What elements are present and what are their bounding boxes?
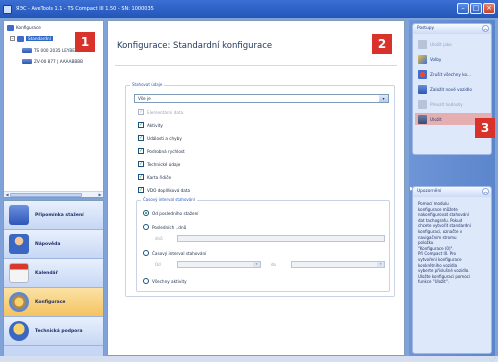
configuration-panel: Konfigurace: Standardní konfigurace Stah… (107, 20, 405, 356)
gear-icon (9, 292, 29, 312)
title-bar: ЯЭС - AveTools 1.1 - TS Compact III 1.50… (0, 0, 498, 18)
app-icon (3, 4, 12, 14)
to-date-picker[interactable]: ▾ (291, 261, 385, 268)
collapse-icon[interactable]: ︽ (482, 188, 489, 195)
action-take-values[interactable]: Převzít hodnoty (418, 98, 463, 110)
action-save-as[interactable]: Uložit jako (418, 38, 452, 50)
help-header: Upozornění ︽ (413, 187, 491, 197)
tree-root[interactable]: Konfigurace (7, 23, 41, 32)
from-date-picker[interactable]: ▾ (177, 261, 261, 268)
checkbox-speed[interactable]: ✓ Podrobná rychlost (138, 147, 185, 155)
radio-icon (143, 278, 149, 284)
maximize-button[interactable]: □ (470, 3, 482, 14)
radio-interval[interactable]: Časový interval stahování (143, 249, 206, 257)
folder-icon (7, 24, 14, 31)
config-icon (17, 35, 24, 42)
action-new-vehicle[interactable]: Založit nové vozidlo (418, 83, 472, 95)
data-selection-combo[interactable]: Vše je ▾ (134, 94, 389, 103)
radio-icon (143, 250, 149, 256)
help-text: Pomocí modulu konfigurace můžete nakonfi… (418, 201, 471, 285)
checkbox-elementary-data[interactable]: ✓ Elementární data (138, 108, 183, 116)
action-cancel-all[interactable]: Zrušit všechny ko... (418, 68, 471, 80)
nav-item-support[interactable]: Technická podpora (4, 317, 103, 346)
calendar-icon (9, 263, 29, 283)
tree-item-standard[interactable]: – Standardní (10, 34, 53, 43)
expand-icon[interactable]: – (10, 36, 15, 41)
days-input[interactable] (177, 235, 385, 242)
radio-since-last[interactable]: Od posledního stažení (143, 209, 198, 217)
cancel-all-icon (418, 69, 427, 79)
status-bar: ⋰ (0, 356, 498, 362)
truck-icon (22, 48, 32, 53)
tree-item-device[interactable]: ZV-00 877 | AAAABBBB (22, 57, 83, 66)
checkbox-technical[interactable]: ✓ Technické údaje (138, 160, 180, 168)
checkbox-driver-card[interactable]: ✓ Karta řidiče (138, 173, 171, 181)
resize-grip-icon[interactable]: ⋰ (492, 356, 496, 361)
checkbox-icon: ✓ (138, 122, 144, 128)
radio-icon (143, 224, 149, 230)
time-interval-group: Časový interval stahování Od posledního … (136, 197, 390, 292)
chevron-down-icon[interactable]: ▾ (379, 95, 388, 102)
checkbox-icon: ✓ (138, 174, 144, 180)
help-person-icon (9, 234, 29, 254)
take-values-icon (418, 99, 427, 109)
radio-icon (143, 210, 149, 216)
horizontal-scrollbar[interactable]: ◀ ▶ (4, 191, 103, 197)
scroll-thumb[interactable] (10, 193, 82, 197)
days-label: dnů (155, 236, 163, 241)
actions-header: Postupy ︽ (413, 24, 491, 34)
options-icon (418, 54, 427, 64)
support-icon (9, 321, 29, 341)
checkbox-icon: ✓ (138, 109, 144, 115)
window-title: ЯЭС - AveTools 1.1 - TS Compact III 1.50… (16, 6, 154, 12)
chevron-down-icon[interactable]: ▾ (253, 262, 260, 267)
title-divider (115, 65, 397, 66)
callout-badge-1: 1 (75, 32, 95, 52)
checkbox-vdo-data[interactable]: ✓ VDO doplňková data (138, 186, 190, 194)
page-title: Konfigurace: Standardní konfigurace (117, 41, 273, 51)
time-legend: Časový interval stahování (141, 197, 197, 202)
from-label: Od (155, 262, 161, 267)
chevron-down-icon[interactable]: ▾ (377, 262, 384, 267)
save-as-icon (418, 39, 427, 49)
checkbox-icon: ✓ (138, 187, 144, 193)
new-vehicle-icon (418, 84, 427, 94)
checkbox-icon: ✓ (138, 135, 144, 141)
close-button[interactable]: × (483, 3, 495, 14)
nav-item-calendar[interactable]: Kalendář (4, 259, 103, 288)
nav-item-reminder[interactable]: Připomínka stažení (4, 201, 103, 230)
checkbox-events[interactable]: ✓ Události a chyby (138, 134, 182, 142)
callout-badge-3: 3 (475, 118, 495, 138)
task-pane: Postupy ︽ Uložit jako Volby Zrušit všech… (409, 20, 495, 356)
truck-icon (22, 59, 32, 64)
checkbox-activities[interactable]: ✓ Aktivity (138, 121, 163, 129)
reminder-icon (9, 205, 29, 225)
module-navigation: Připomínka stažení Nápověda Kalendář Kon… (3, 200, 104, 358)
radio-last-days[interactable]: Posledních ..dnů (143, 223, 186, 231)
checkbox-icon: ✓ (138, 148, 144, 154)
minimize-button[interactable]: – (457, 3, 469, 14)
window-controls: – □ × (457, 3, 495, 14)
collapse-icon[interactable]: ︽ (482, 25, 489, 32)
to-label: do (271, 262, 276, 267)
callout-badge-2: 2 (372, 34, 392, 54)
scroll-right-icon[interactable]: ▶ (97, 192, 103, 197)
checkbox-icon: ✓ (138, 161, 144, 167)
nav-item-configuration[interactable]: Konfigurace (4, 288, 103, 317)
radio-all-activities[interactable]: Všechny aktivity (143, 277, 187, 285)
nav-item-help[interactable]: Nápověda (4, 230, 103, 259)
download-group: Stahovat údaje Vše je ▾ ✓ Elementární dat… (125, 82, 395, 297)
action-options[interactable]: Volby (418, 53, 441, 65)
group-legend: Stahovat údaje (130, 82, 165, 87)
help-card: Upozornění ︽ Pomocí modulu konfigurace m… (412, 186, 492, 354)
save-icon (418, 114, 427, 124)
